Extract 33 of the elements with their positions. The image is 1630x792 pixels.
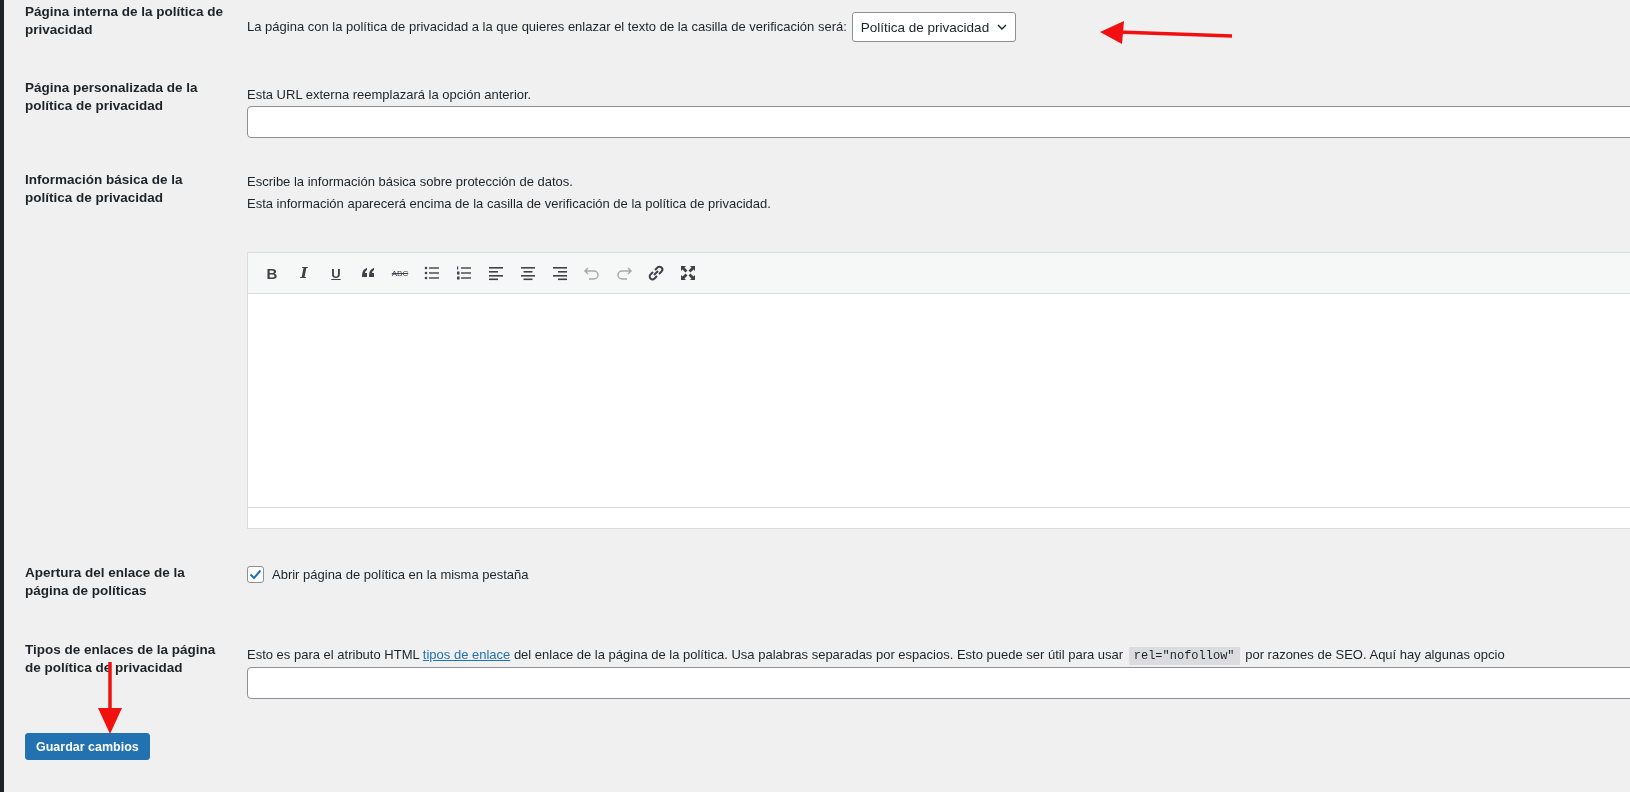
setting-label: Página personalizada de la política de privacidad — [25, 79, 199, 115]
checkbox-label: Abrir página de política en la misma pestaña — [272, 567, 529, 582]
fullscreen-icon — [679, 264, 697, 282]
description-text: La página con la política de privacidad a la que quieres enlazar el texto de la casilla de verificación será: — [247, 18, 847, 36]
rich-text-editor[interactable]: B I U ABC — [247, 252, 1630, 529]
code-snippet: rel="nofollow" — [1128, 647, 1240, 665]
align-right-icon — [551, 264, 569, 282]
link[interactable]: tipos de enlace — [422, 647, 511, 662]
setting-label: Información básica de la política de privacidad — [25, 171, 184, 207]
checkmark-icon — [249, 569, 262, 580]
redo-icon — [615, 264, 633, 282]
undo-icon — [583, 264, 601, 282]
numbered-list-icon — [455, 264, 473, 282]
italic-button[interactable]: I — [290, 259, 318, 287]
bold-button[interactable]: B — [258, 259, 286, 287]
strikethrough-button[interactable]: ABC — [386, 259, 414, 287]
bulleted-list-icon — [423, 264, 441, 282]
description-text: Esta información aparecerá encima de la casilla de verificación de la política de privacidad. — [247, 195, 772, 213]
save-button[interactable]: Guardar cambios — [25, 733, 150, 760]
align-center-icon — [519, 264, 537, 282]
underline-button[interactable]: U — [322, 259, 350, 287]
chevron-down-icon — [997, 24, 1008, 30]
page-select[interactable]: Política de privacidad — [851, 12, 1017, 42]
setting-label: Página interna de la política de privacidad — [25, 3, 225, 39]
checkbox[interactable] — [247, 566, 264, 583]
align-left-icon — [487, 264, 505, 282]
url-field[interactable] — [247, 106, 1630, 138]
text-field[interactable] — [247, 667, 1630, 699]
setting-label: Apertura del enlace de la página de políticas — [25, 564, 186, 600]
description-text: Escribe la información básica sobre protección de datos. — [247, 173, 574, 191]
description-text: Esta URL externa reemplazará la opción anterior. — [247, 86, 533, 104]
link-icon — [647, 264, 665, 282]
description-text: Esto es para el atributo HTML tipos de enlace del enlace de la página de la política. Usa palabras separadas por espacios. Esto puede ser útil para usar rel="nofollow" por razones de SEO. Aquí hay algunas opcio — [247, 646, 1506, 667]
